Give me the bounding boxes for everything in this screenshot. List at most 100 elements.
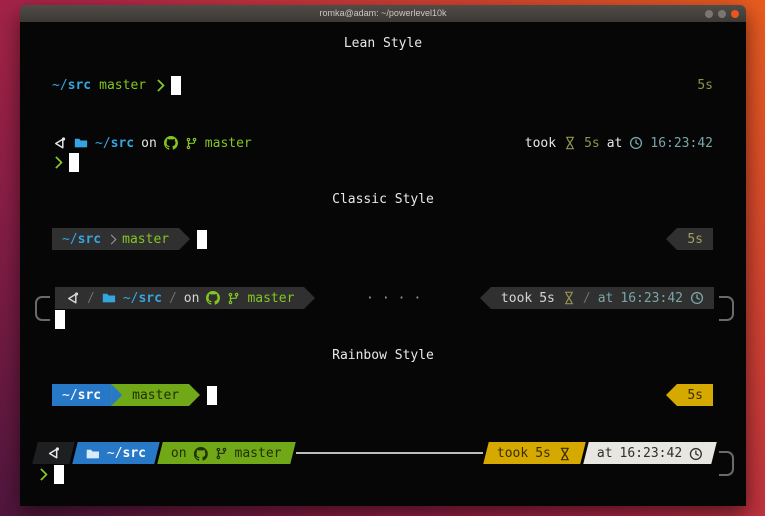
powerline-arrow-right — [179, 228, 190, 250]
path-segment: ~/src — [62, 388, 101, 403]
git-branch-label: master — [205, 136, 252, 151]
duration-label: 5s — [535, 446, 551, 461]
close-button[interactable] — [731, 10, 739, 18]
time-label: 16:23:42 — [620, 291, 683, 306]
segment-separator: / — [169, 291, 177, 306]
filler-line — [296, 452, 483, 454]
duration-label: 5s — [687, 388, 703, 403]
prompt-chevron-icon — [35, 468, 48, 481]
on-label: on — [184, 291, 200, 306]
git-branch-label: master — [235, 446, 282, 461]
path-segment: ~/src — [52, 78, 91, 93]
powerline-arrow-right — [304, 287, 315, 309]
cursor-block — [69, 153, 79, 172]
cursor-block — [55, 310, 65, 329]
duration-label: 5s — [539, 291, 555, 306]
branch-segment: on master — [157, 442, 295, 464]
powerline-segment-left: ~/src master — [52, 228, 179, 250]
maximize-button[interactable] — [718, 10, 726, 18]
lean-prompt-icons-line1: ~/src on master took 5s at 16:23:42 — [52, 132, 713, 154]
frame-corner-bottom-left — [35, 309, 50, 321]
git-branch-label: master — [247, 291, 294, 306]
duration-label: 5s — [687, 232, 703, 247]
at-label: at — [607, 136, 623, 151]
hourglass-icon — [562, 291, 576, 305]
github-icon — [164, 136, 178, 150]
rainbow-prompt-icons-line1: ~/src on master took 5s — [35, 442, 734, 464]
powerline-arrow-left — [666, 228, 677, 250]
path-label: ~/src — [107, 446, 146, 461]
lean-prompt-icons-line2 — [52, 152, 713, 172]
time-label: 16:23:42 — [650, 136, 713, 151]
clock-icon — [690, 291, 704, 305]
powerline-arrow-left — [480, 287, 491, 309]
took-label: took — [501, 291, 532, 306]
classic-prompt-icons-line1: / ~/src / on master ···· took 5s / — [35, 287, 734, 309]
titlebar[interactable]: romka@adam: ~/powerlevel10k — [20, 5, 746, 22]
segment-separator: / — [583, 291, 591, 306]
cursor-block — [171, 76, 181, 95]
at-label: at — [597, 446, 613, 461]
powerline-segment-right: took 5s / at 16:23:42 — [491, 287, 714, 309]
powerline-segment-branch: master — [122, 384, 189, 406]
powerline-segment-left: / ~/src / on master — [55, 287, 304, 309]
desktop-wallpaper: romka@adam: ~/powerlevel10k Lean Style ~… — [0, 0, 765, 516]
hourglass-icon — [558, 446, 572, 460]
rainbow-prompt-icons-line2 — [35, 464, 734, 484]
at-label: at — [598, 291, 614, 306]
clock-icon — [689, 446, 703, 460]
frame-corner-bottom-right — [719, 309, 734, 321]
git-branch-label: master — [99, 78, 146, 93]
os-icon — [52, 136, 67, 151]
time-segment: at 16:23:42 — [583, 442, 717, 464]
terminal-window: romka@adam: ~/powerlevel10k Lean Style ~… — [20, 5, 746, 506]
path-segment: ~/src — [72, 442, 160, 464]
powerline-arrow-right — [189, 384, 200, 406]
git-branch-icon — [185, 137, 198, 150]
minimize-button[interactable] — [705, 10, 713, 18]
os-icon — [65, 291, 80, 306]
folder-icon — [102, 291, 116, 305]
terminal-content[interactable]: Lean Style ~/src master 5s ~/src on — [20, 22, 746, 506]
separator-chevron-icon — [107, 234, 117, 244]
rainbow-prompt-simple: ~/src master 5s — [52, 384, 713, 406]
git-branch-label: master — [122, 232, 169, 247]
path-segment: ~/src — [95, 136, 134, 151]
os-segment — [32, 442, 74, 464]
github-icon — [194, 446, 208, 460]
powerline-segment-duration: 5s — [677, 384, 713, 406]
prompt-chevron-icon — [152, 79, 165, 92]
cursor-block — [197, 230, 207, 249]
filler-dots: ···· — [315, 291, 480, 306]
segment-separator: / — [87, 291, 95, 306]
cursor-block — [207, 386, 217, 405]
window-controls — [705, 10, 739, 18]
powerline-segment-path: ~/src — [52, 384, 111, 406]
git-branch-icon — [215, 447, 228, 460]
duration-label: 5s — [584, 136, 600, 151]
rainbow-style-heading: Rainbow Style — [20, 348, 746, 363]
cursor-block — [54, 465, 64, 484]
window-title: romka@adam: ~/powerlevel10k — [320, 5, 447, 22]
git-branch-label: master — [132, 388, 179, 403]
folder-icon — [74, 136, 88, 150]
powerline-arrow-left — [666, 384, 677, 406]
git-branch-icon — [227, 292, 240, 305]
classic-style-heading: Classic Style — [20, 192, 746, 207]
duration-segment: took 5s — [483, 442, 585, 464]
path-segment: ~/src — [62, 232, 101, 247]
classic-prompt-icons-line2 — [35, 309, 734, 329]
os-icon — [46, 446, 61, 461]
powerline-segment-right: 5s — [677, 228, 713, 250]
frame-corner-top-right — [719, 296, 734, 309]
prompt-chevron-icon — [50, 156, 63, 169]
frame-corner-top-left — [35, 296, 50, 309]
took-label: took — [525, 136, 556, 151]
frame-corner-bottom-right — [719, 464, 734, 476]
github-icon — [206, 291, 220, 305]
lean-style-heading: Lean Style — [20, 36, 746, 51]
took-label: took — [497, 446, 528, 461]
frame-corner-top-right — [719, 451, 734, 464]
time-label: 16:23:42 — [619, 446, 682, 461]
duration-label: 5s — [697, 78, 713, 93]
